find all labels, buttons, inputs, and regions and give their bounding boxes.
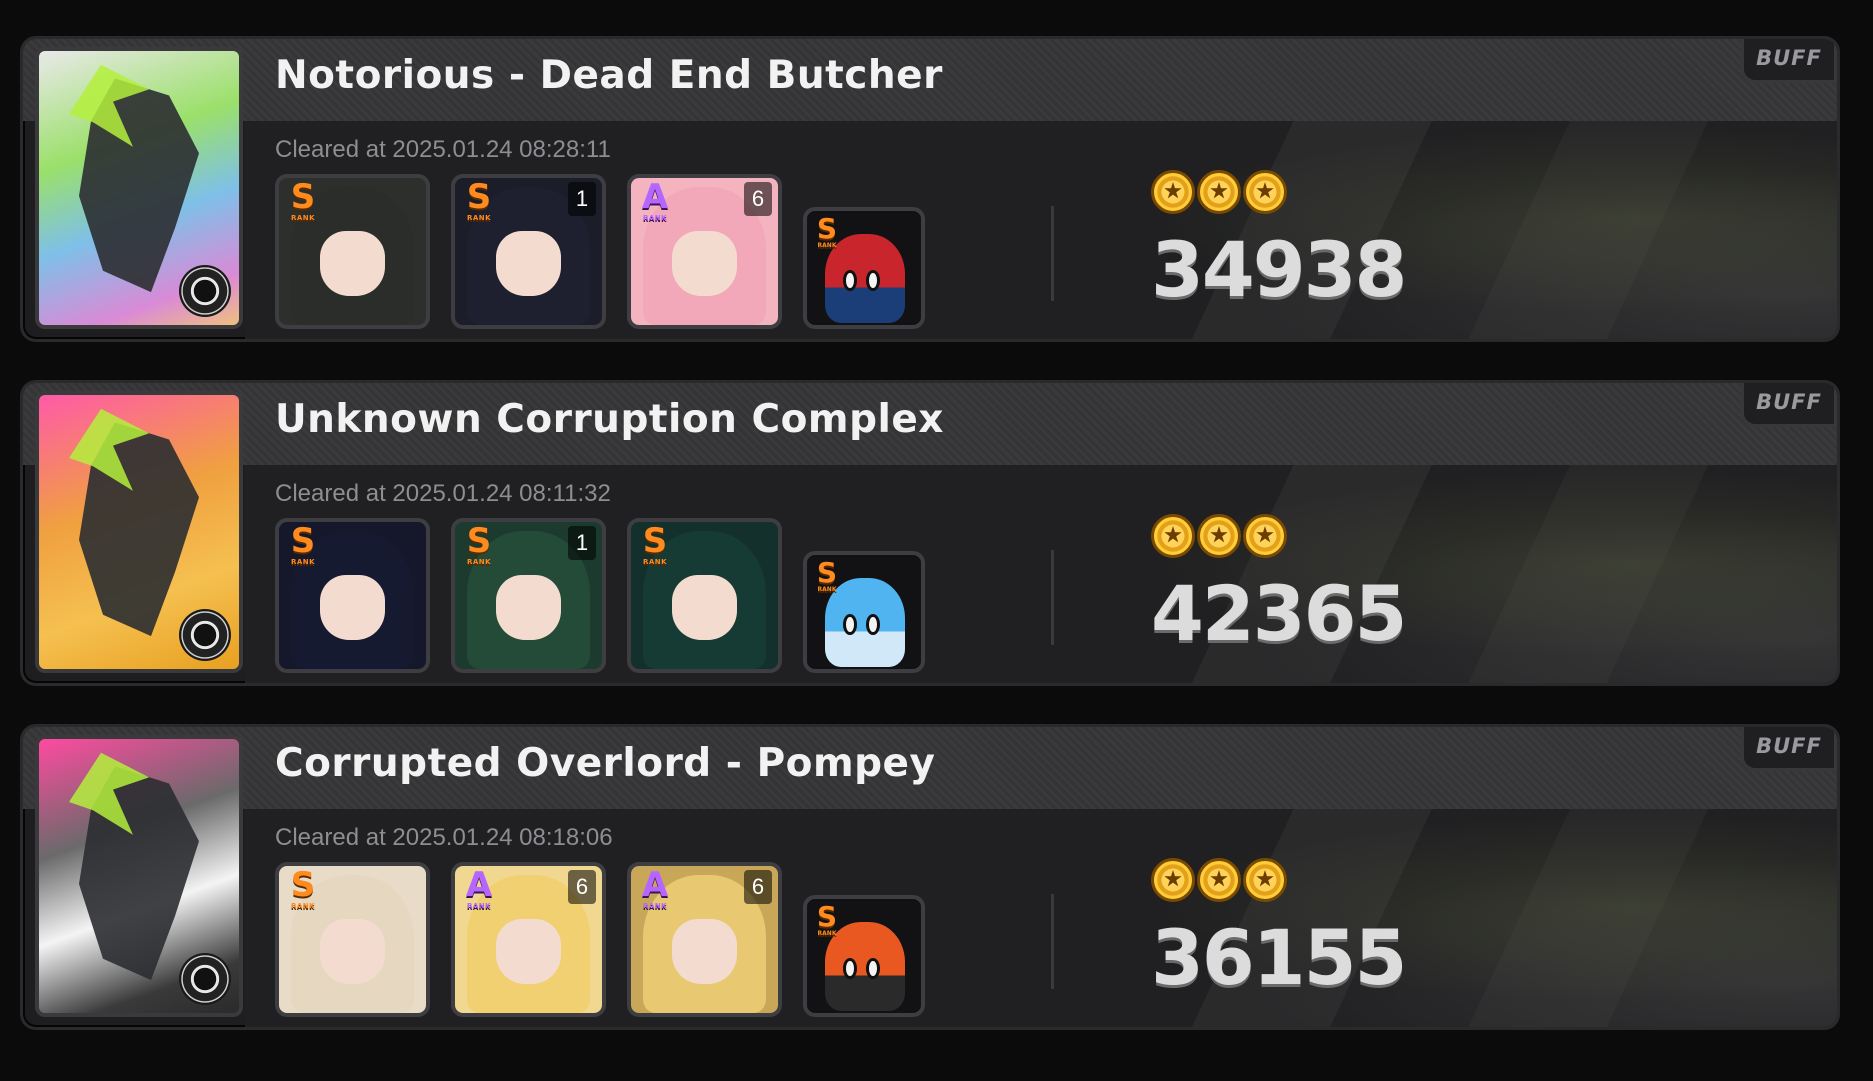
boss-background-art xyxy=(1017,465,1837,683)
agent-face xyxy=(320,230,385,296)
star-icon xyxy=(1151,514,1195,558)
bangboo-eye-icon xyxy=(866,614,880,635)
agent-slot[interactable]: S RANK xyxy=(275,518,430,673)
bangboo-slot[interactable]: S RANK xyxy=(803,551,925,673)
boss-title: Notorious - Dead End Butcher xyxy=(275,53,943,98)
buff-button[interactable]: BUFF xyxy=(1741,727,1837,771)
agent-slot[interactable]: S RANK 1 xyxy=(451,174,606,329)
divider xyxy=(1051,206,1054,301)
agent-face xyxy=(672,230,737,296)
star-icon xyxy=(1151,858,1195,902)
boss-background-art xyxy=(1017,121,1837,339)
rank-badge-icon: S RANK xyxy=(642,521,668,566)
agent-face xyxy=(672,574,737,640)
boss-portrait xyxy=(35,391,243,673)
buff-button[interactable]: BUFF xyxy=(1741,39,1837,83)
agent-face xyxy=(496,574,561,640)
boss-portrait xyxy=(35,47,243,329)
cleared-timestamp: Cleared at 2025.01.24 08:18:06 xyxy=(275,824,613,851)
cleared-timestamp: Cleared at 2025.01.24 08:11:32 xyxy=(275,480,611,507)
agent-slot[interactable]: A RANK 6 xyxy=(451,862,606,1017)
rank-badge-icon: A RANK xyxy=(641,177,669,222)
agent-face xyxy=(496,918,561,984)
bangboo-eye-icon xyxy=(843,270,858,291)
boss-record-card[interactable]: Corrupted Overlord - Pompey BUFF Cleared… xyxy=(20,724,1840,1030)
bangboo-eye-icon xyxy=(866,270,880,291)
boss-record-card[interactable]: Unknown Corruption Complex BUFF Cleared … xyxy=(20,380,1840,686)
rank-badge-icon: A RANK xyxy=(465,865,493,910)
agent-face xyxy=(320,918,385,984)
boss-background-art xyxy=(1017,809,1837,1027)
mindscape-level: 1 xyxy=(568,182,596,216)
cleared-timestamp: Cleared at 2025.01.24 08:28:11 xyxy=(275,136,611,163)
boss-title: Unknown Corruption Complex xyxy=(275,397,944,442)
bangboo-eye-icon xyxy=(843,958,858,979)
rank-badge-icon: S RANK xyxy=(816,900,838,938)
score-value: 42365 xyxy=(1151,569,1407,658)
bangboo-eye-icon xyxy=(843,614,858,635)
deadly-assault-record-list: Notorious - Dead End Butcher BUFF Cleare… xyxy=(0,0,1873,1081)
star-icon xyxy=(1243,858,1287,902)
star-icon xyxy=(1243,514,1287,558)
rank-badge-icon: S RANK xyxy=(290,521,316,566)
mindscape-level: 6 xyxy=(568,870,596,904)
agent-face xyxy=(320,574,385,640)
rank-badge-icon: S RANK xyxy=(290,177,316,222)
score-value: 36155 xyxy=(1151,913,1407,1002)
star-icon xyxy=(1197,514,1241,558)
agent-slot[interactable]: S RANK xyxy=(627,518,782,673)
agent-slot[interactable]: S RANK 1 xyxy=(451,518,606,673)
mindscape-level: 6 xyxy=(744,182,772,216)
bangboo-slot[interactable]: S RANK xyxy=(803,895,925,1017)
boss-record-card[interactable]: Notorious - Dead End Butcher BUFF Cleare… xyxy=(20,36,1840,342)
bangboo-eye-icon xyxy=(866,958,880,979)
agent-face xyxy=(496,230,561,296)
star-icon xyxy=(1197,170,1241,214)
star-icon xyxy=(1243,170,1287,214)
mindscape-level: 6 xyxy=(744,870,772,904)
agent-slot[interactable]: A RANK 6 xyxy=(627,862,782,1017)
agent-slot[interactable]: A RANK 6 xyxy=(627,174,782,329)
star-rating xyxy=(1151,514,1287,558)
score-value: 34938 xyxy=(1151,225,1407,314)
boss-title: Corrupted Overlord - Pompey xyxy=(275,741,936,786)
rank-badge-icon: S RANK xyxy=(816,212,838,250)
star-rating xyxy=(1151,858,1287,902)
agent-face xyxy=(672,918,737,984)
agent-slot[interactable]: S RANK xyxy=(275,174,430,329)
rank-badge-icon: S RANK xyxy=(466,521,492,566)
rank-badge-icon: S RANK xyxy=(466,177,492,222)
rank-badge-icon: S RANK xyxy=(290,865,316,910)
mindscape-level: 1 xyxy=(568,526,596,560)
ethereal-badge-icon xyxy=(179,265,231,317)
divider xyxy=(1051,550,1054,645)
boss-portrait xyxy=(35,735,243,1017)
star-rating xyxy=(1151,170,1287,214)
buff-button[interactable]: BUFF xyxy=(1741,383,1837,427)
agent-slot[interactable]: S RANK xyxy=(275,862,430,1017)
rank-badge-icon: S RANK xyxy=(816,556,838,594)
star-icon xyxy=(1151,170,1195,214)
rank-badge-icon: A RANK xyxy=(641,865,669,910)
bangboo-slot[interactable]: S RANK xyxy=(803,207,925,329)
ethereal-badge-icon xyxy=(179,609,231,661)
star-icon xyxy=(1197,858,1241,902)
ethereal-badge-icon xyxy=(179,953,231,1005)
divider xyxy=(1051,894,1054,989)
